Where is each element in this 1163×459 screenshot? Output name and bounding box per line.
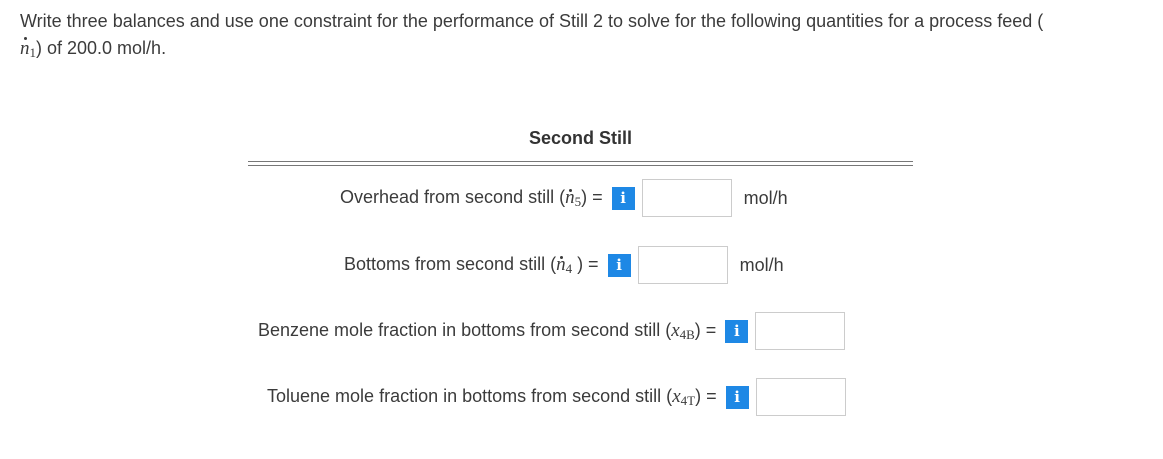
overhead-unit: mol/h [743, 187, 788, 208]
bottoms-info-icon[interactable]: i [607, 253, 631, 277]
toluene-fraction-label: Toluene mole fraction in bottoms from se… [267, 385, 717, 408]
bottoms-answer-input[interactable] [637, 246, 728, 284]
bottoms-row: Bottoms from second still (n4 ) = i mol/… [344, 245, 784, 285]
bottoms-unit: mol/h [739, 254, 784, 275]
benzene-fraction-label: Benzene mole fraction in bottoms from se… [258, 319, 717, 342]
section-title: Second Still [528, 128, 633, 148]
overhead-row: Overhead from second still (n5) = i mol/… [340, 178, 788, 218]
section-divider-top [248, 161, 913, 162]
feed-flow-symbol: n1 [20, 37, 36, 60]
toluene-fraction-answer-input[interactable] [755, 378, 846, 416]
overhead-answer-input[interactable] [641, 179, 732, 217]
section-divider-bottom [248, 165, 913, 166]
benzene-fraction-row: Benzene mole fraction in bottoms from se… [258, 311, 846, 351]
overhead-info-icon[interactable]: i [611, 186, 635, 210]
bottoms-label: Bottoms from second still (n4 ) = [344, 253, 599, 276]
toluene-fraction-info-icon[interactable]: i [725, 385, 749, 409]
question-text-before: Write three balances and use one constra… [20, 11, 1044, 31]
benzene-fraction-answer-input[interactable] [755, 312, 846, 350]
benzene-fraction-info-icon[interactable]: i [725, 319, 749, 343]
question-text-after: ) of 200.0 mol/h. [36, 38, 167, 58]
question-text: Write three balances and use one constra… [20, 8, 1145, 66]
overhead-label: Overhead from second still (n5) = [340, 186, 603, 209]
toluene-fraction-row: Toluene mole fraction in bottoms from se… [267, 377, 846, 417]
